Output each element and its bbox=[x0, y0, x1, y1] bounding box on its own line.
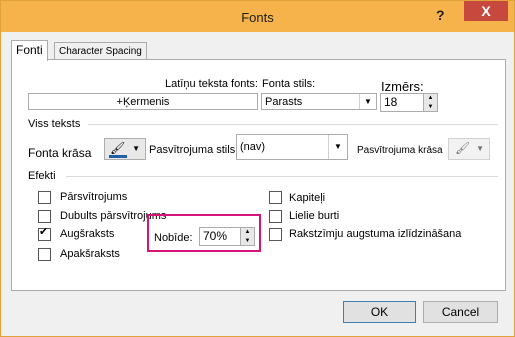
equalize-height-label: Rakstzīmju augstuma izlīdzināšana bbox=[289, 228, 462, 240]
underline-style-value: (nav) bbox=[240, 141, 266, 153]
small-caps-checkbox[interactable] bbox=[269, 191, 282, 204]
superscript-checkbox[interactable] bbox=[38, 225, 51, 241]
latin-font-label: Latīņu teksta fonts: bbox=[165, 78, 258, 90]
effects-group-label: Efekti bbox=[28, 170, 56, 182]
all-caps-label: Lielie burti bbox=[289, 210, 340, 222]
font-color-button[interactable]: 🖌 ▼ bbox=[104, 138, 146, 160]
superscript-label: Augšraksts bbox=[60, 228, 115, 240]
chevron-down-icon[interactable]: ▼ bbox=[328, 135, 347, 159]
all-text-divider bbox=[88, 124, 498, 125]
fonts-dialog: Fonts ? X Fonti Character Spacing Latīņu… bbox=[0, 0, 515, 337]
color-swatch bbox=[109, 155, 127, 158]
font-style-label: Fonta stils: bbox=[262, 78, 316, 90]
chevron-down-icon: ▼ bbox=[132, 144, 140, 153]
tab-panel: Latīņu teksta fonts: +Ķermenis Fonta sti… bbox=[11, 59, 506, 291]
paint-bucket-icon: 🖌 bbox=[455, 141, 471, 155]
size-spinner[interactable]: 18 ▲ ▼ bbox=[380, 93, 438, 112]
size-label: Izmērs: bbox=[381, 79, 424, 94]
help-icon[interactable]: ? bbox=[436, 7, 445, 23]
all-caps-checkbox[interactable] bbox=[269, 210, 282, 223]
underline-color-button[interactable]: 🖌 ▼ bbox=[448, 138, 490, 160]
font-style-value: Parasts bbox=[265, 96, 303, 108]
subscript-checkbox[interactable] bbox=[38, 248, 51, 261]
offset-highlight-frame bbox=[147, 214, 261, 252]
font-color-label: Fonta krāsa bbox=[28, 146, 92, 160]
small-caps-label: Kapiteļi bbox=[289, 192, 326, 204]
size-value: 18 bbox=[384, 95, 398, 109]
tab-fonti[interactable]: Fonti bbox=[11, 40, 48, 61]
font-style-dropdown[interactable]: Parasts ▼ bbox=[261, 93, 377, 110]
title-bar[interactable]: Fonts ? X bbox=[1, 1, 514, 32]
effects-divider bbox=[66, 176, 498, 177]
underline-style-dropdown[interactable]: (nav) ▼ bbox=[236, 134, 348, 160]
strikethrough-label: Pārsvītrojums bbox=[60, 191, 128, 203]
strikethrough-checkbox[interactable] bbox=[38, 191, 51, 204]
equalize-height-checkbox[interactable] bbox=[269, 228, 282, 241]
subscript-label: Apakšraksts bbox=[60, 248, 120, 260]
latin-font-value: +Ķermenis bbox=[116, 96, 170, 108]
ok-button[interactable]: OK bbox=[343, 301, 416, 323]
spin-down-icon[interactable]: ▼ bbox=[424, 103, 437, 112]
underline-color-label: Pasvītrojuma krāsa bbox=[357, 145, 443, 156]
chevron-down-icon[interactable]: ▼ bbox=[359, 94, 376, 109]
latin-font-dropdown[interactable]: +Ķermenis bbox=[28, 93, 258, 110]
underline-style-label: Pasvītrojuma stils bbox=[149, 144, 236, 156]
all-text-group-label: Viss teksts bbox=[28, 118, 81, 130]
double-strikethrough-checkbox[interactable] bbox=[38, 210, 51, 223]
chevron-down-icon: ▼ bbox=[476, 144, 484, 153]
paint-bucket-icon: 🖌 bbox=[110, 141, 126, 155]
size-spin-buttons[interactable]: ▲ ▼ bbox=[423, 94, 437, 111]
cancel-button[interactable]: Cancel bbox=[423, 301, 498, 323]
close-button[interactable]: X bbox=[464, 1, 508, 21]
spin-up-icon[interactable]: ▲ bbox=[424, 94, 437, 103]
